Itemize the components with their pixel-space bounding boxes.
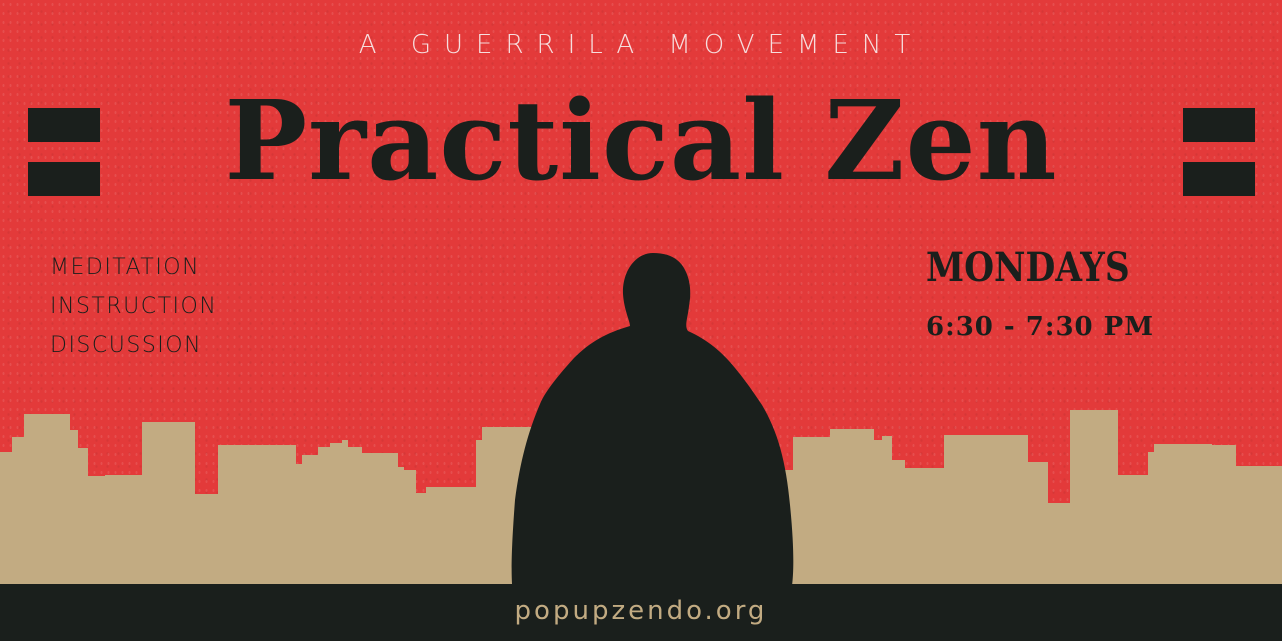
- website-link[interactable]: popupzendo.org: [0, 596, 1282, 626]
- skyline-scene: [0, 253, 1282, 641]
- event-poster: A GUERRILA MOVEMENT Practical Zen MEDITA…: [0, 0, 1282, 641]
